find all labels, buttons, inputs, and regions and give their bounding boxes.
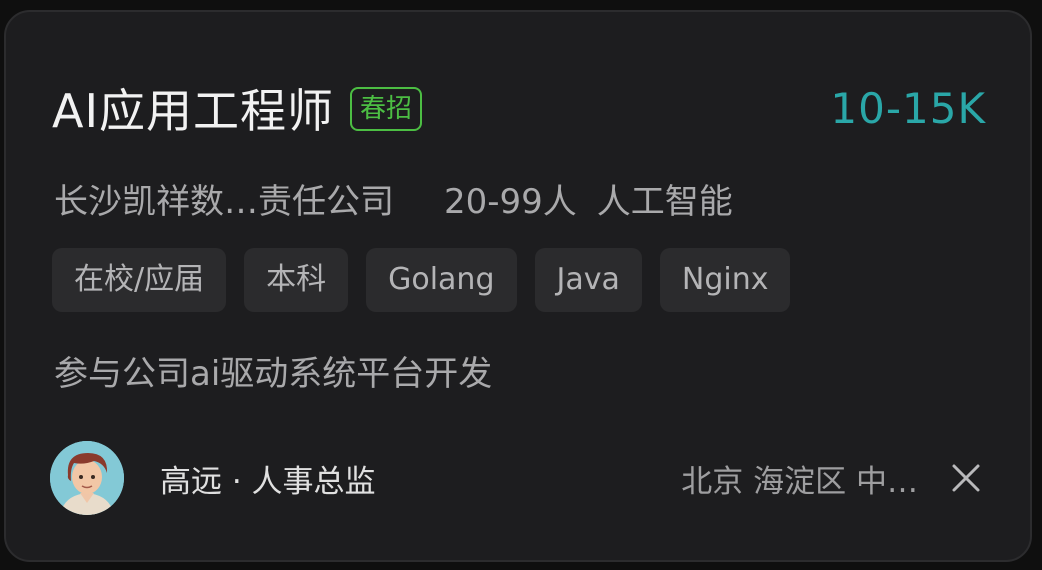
job-location: 北京 海淀区 中… [681,463,918,500]
spring-recruit-badge: 春招 [350,87,423,131]
company-size: 20-99人 [444,181,577,222]
job-tags: 在校/应届 本科 Golang Java Nginx [52,248,808,312]
tag-chip: 在校/应届 [52,248,227,312]
recruiter-name-title: 高远 · 人事总监 [160,463,376,500]
job-description: 参与公司ai驱动系统平台开发 [54,354,493,394]
job-card[interactable]: AI应用工程师 春招 10-15K 长沙凯祥数…责任公司 20-99人 人工智能… [4,10,1032,562]
recruiter-avatar[interactable] [50,441,124,515]
tag-chip: Nginx [659,248,791,312]
tag-chip: Java [534,248,642,312]
company-info: 长沙凯祥数…责任公司 20-99人 人工智能 [54,170,733,226]
tag-chip: 本科 [244,248,349,312]
title-row: AI应用工程师 春招 10-15K [52,70,986,146]
salary-range: 10-15K [830,83,986,133]
company-name: 长沙凯祥数…责任公司 [54,181,394,222]
tag-chip: Golang [366,248,517,312]
company-industry: 人工智能 [596,181,733,222]
job-title: AI应用工程师 [52,84,335,138]
recruiter-row: 高远 · 人事总监 北京 海淀区 中… [50,440,984,516]
close-icon[interactable] [948,460,984,496]
